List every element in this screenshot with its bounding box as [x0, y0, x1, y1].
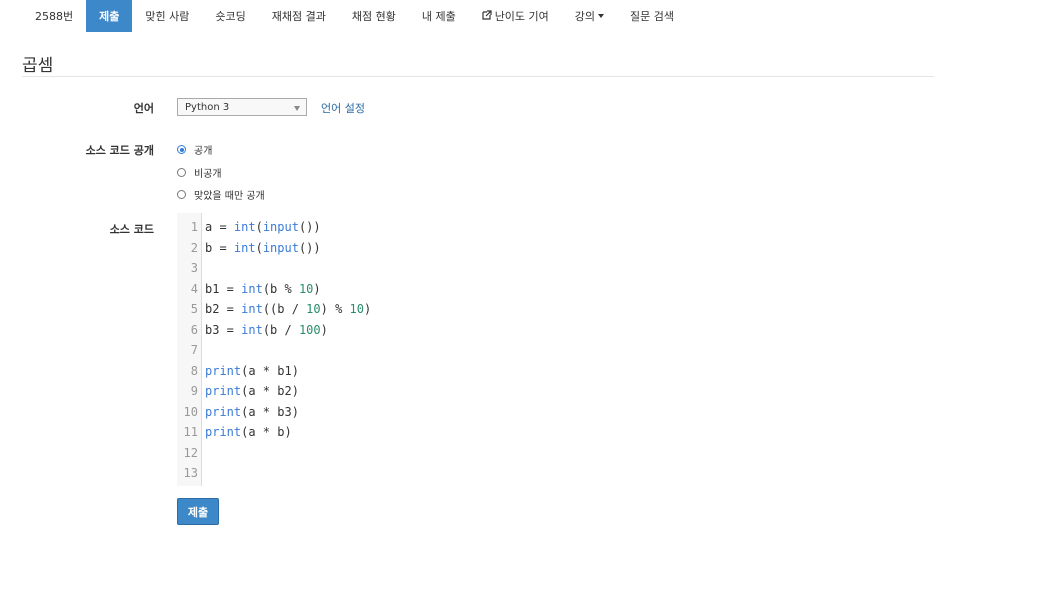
nav-label: 강의 — [574, 10, 596, 23]
nav-label: 채점 현황 — [351, 10, 396, 23]
line-number-gutter: 1 2 3 4 5 6 7 8 9 10 11 12 13 — [177, 213, 202, 486]
radio-public-label: 공개 — [194, 146, 213, 157]
nav-my-submissions[interactable]: 내 제출 — [409, 0, 469, 32]
code-line: b1 = int(b % 10) — [205, 281, 321, 296]
code-editor[interactable]: 1 2 3 4 5 6 7 8 9 10 11 12 13 a = int(input()) b = in… — [177, 213, 597, 486]
line-number: 2 — [190, 240, 198, 255]
line-number: 10 — [183, 404, 198, 419]
nav-label: 내 제출 — [421, 10, 456, 23]
nav-label: 맞힌 사람 — [145, 10, 190, 23]
nav-difficulty-contribution[interactable]: 난이도 기여 — [469, 0, 562, 32]
nav-label: 난이도 기여 — [494, 10, 549, 23]
radio-accepted-only-label: 맞았을 때만 공개 — [194, 191, 265, 202]
nav-label: 제출 — [99, 10, 120, 23]
line-number: 6 — [190, 322, 198, 337]
code-line: print(a * b1) — [205, 363, 299, 378]
nav-rejudge-results[interactable]: 재채점 결과 — [259, 0, 339, 32]
line-number: 9 — [190, 384, 198, 398]
dropdown-arrow-icon — [294, 106, 300, 111]
code-line: a = int(input()) — [205, 220, 321, 234]
nav-question-search[interactable]: 질문 검색 — [617, 0, 687, 32]
line-number: 4 — [190, 281, 198, 296]
source-code-label: 소스 코드 — [109, 223, 154, 236]
caret-down-icon — [598, 14, 605, 18]
external-link-icon — [482, 9, 492, 23]
visibility-label: 소스 코드 공개 — [85, 144, 154, 157]
radio-accepted-only[interactable] — [177, 190, 186, 199]
line-number: 1 — [190, 220, 198, 234]
line-number: 11 — [183, 425, 198, 439]
nav-label: 2588번 — [35, 10, 74, 23]
radio-public[interactable] — [177, 145, 186, 154]
language-select-value: Python 3 — [185, 102, 230, 113]
line-number: 8 — [190, 363, 198, 378]
title-divider — [22, 76, 934, 77]
language-select[interactable]: Python 3 — [177, 98, 307, 116]
line-number: 13 — [183, 466, 198, 480]
code-line: b3 = int(b / 100) — [205, 322, 328, 337]
code-line: b = int(input()) — [205, 240, 321, 255]
language-label: 언어 — [133, 102, 154, 115]
page-title: 곱셈 — [22, 56, 54, 76]
nav-lectures-dropdown[interactable]: 강의 — [562, 0, 617, 32]
code-line: print(a * b2) — [205, 384, 299, 398]
nav-label: 재채점 결과 — [271, 10, 326, 23]
nav-problem-number[interactable]: 2588번 — [22, 0, 86, 32]
visibility-option-private[interactable]: 비공개 — [177, 165, 222, 180]
radio-private[interactable] — [177, 168, 186, 177]
line-number: 3 — [190, 261, 198, 275]
language-settings-link[interactable]: 언어 설정 — [321, 100, 365, 116]
nav-label: 숏코딩 — [215, 10, 246, 23]
nav-submit-tab[interactable]: 제출 — [86, 0, 133, 32]
problem-nav: 2588번 제출 맞힌 사람 숏코딩 재채점 결과 채점 현황 내 제출 난이도… — [22, 0, 687, 32]
line-number: 12 — [183, 445, 198, 460]
submit-button[interactable]: 제출 — [177, 498, 219, 525]
nav-label: 질문 검색 — [630, 10, 675, 23]
nav-short-coding[interactable]: 숏코딩 — [202, 0, 258, 32]
radio-private-label: 비공개 — [194, 169, 222, 180]
code-line: print(a * b3) — [205, 404, 299, 419]
line-number: 5 — [190, 302, 198, 316]
code-line: print(a * b) — [205, 425, 292, 439]
nav-status[interactable]: 채점 현황 — [339, 0, 409, 32]
nav-solved-users[interactable]: 맞힌 사람 — [132, 0, 202, 32]
visibility-option-accepted-only[interactable]: 맞았을 때만 공개 — [177, 187, 265, 202]
code-line: b2 = int((b / 10) % 10) — [205, 302, 372, 316]
line-number: 7 — [190, 343, 198, 357]
visibility-option-public[interactable]: 공개 — [177, 142, 212, 157]
